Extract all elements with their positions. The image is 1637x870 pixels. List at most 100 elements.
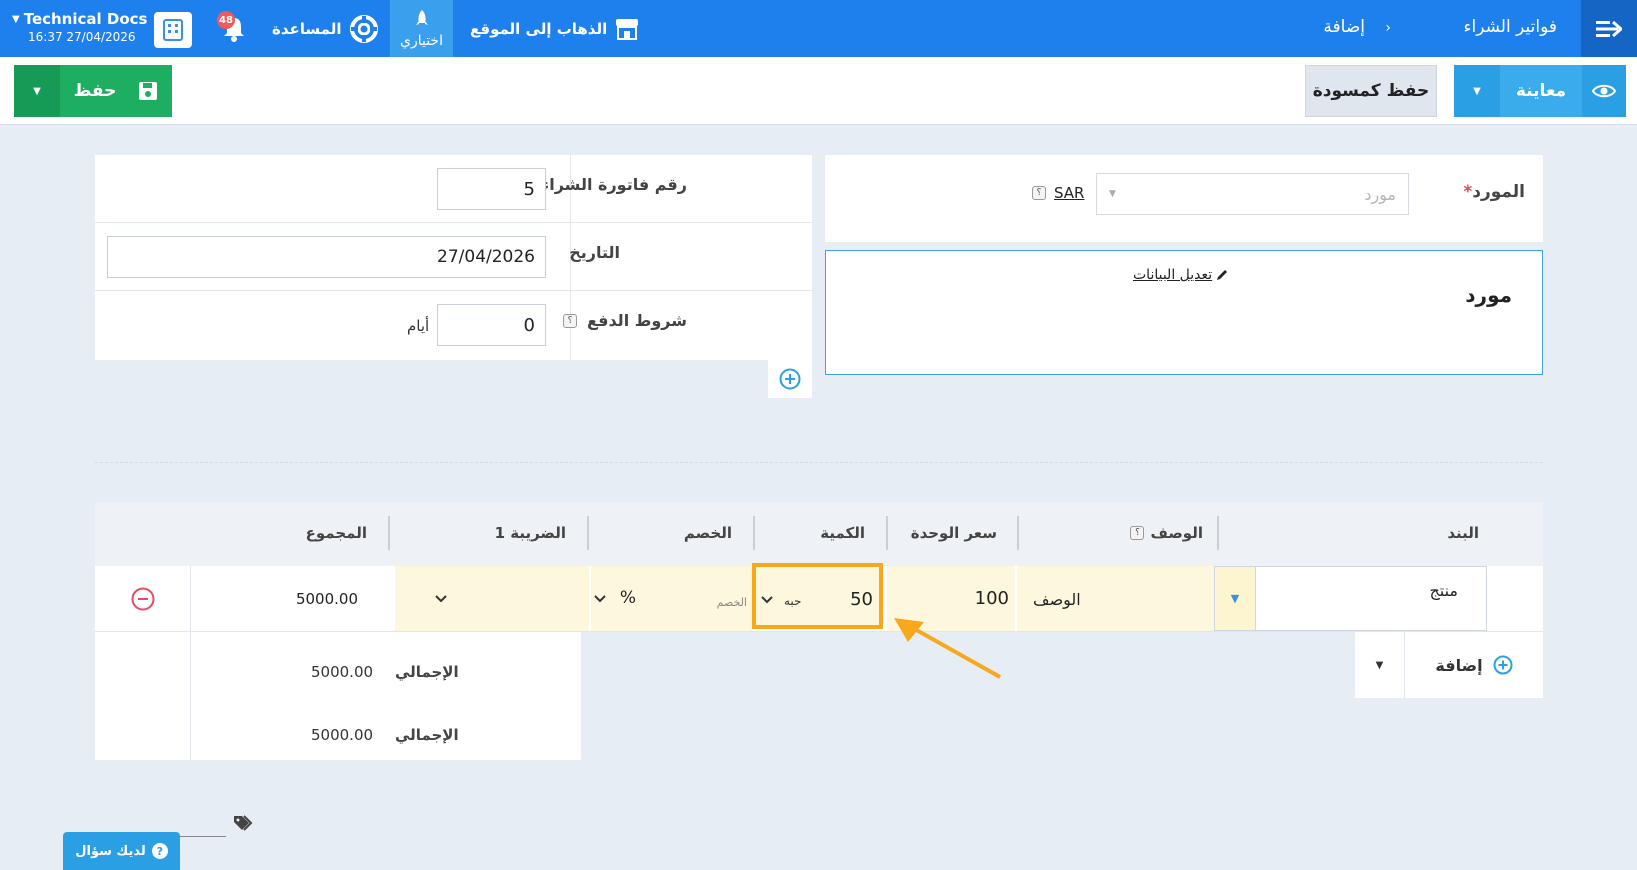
question-circle-icon: ? [151,843,168,859]
help-label: المساعدة [272,19,342,38]
payment-terms-label-group: ؟ شروط الدفع [563,311,687,330]
payment-terms-input[interactable]: 0 [437,304,546,346]
row-total-value: 5000.00 [295,590,358,608]
breadcrumb-chevron-icon: › [1385,20,1391,36]
eye-icon [1592,84,1616,98]
caret-down-icon: ▼ [33,85,41,97]
days-label: أيام [407,317,430,335]
grand-total-label: الإجمالي [395,726,459,744]
payment-terms-help-icon[interactable]: ؟ [563,313,578,328]
discount-placeholder: الخصم [716,596,747,609]
goto-site-label: الذهاب إلى الموقع [470,19,608,38]
tags-underline [180,836,226,837]
add-item-label: إضافة [1435,655,1483,675]
add-item-button[interactable]: إضافة [1405,632,1543,698]
chevron-down-icon [594,595,606,603]
quantity-field[interactable]: 50 حبه [752,563,883,629]
quantity-value: 50 [850,589,873,610]
header-divider [587,516,589,550]
edit-data-link[interactable]: تعديل البيانات [1133,267,1229,283]
tax1-select[interactable] [395,566,589,631]
caret-down-icon: ▼ [12,13,20,25]
payment-terms-row: ؟ شروط الدفع 0 أيام [95,291,812,360]
date-input[interactable]: 27/04/2026 [107,236,546,278]
breadcrumb-root[interactable]: فواتير الشراء [1464,17,1557,37]
remove-row-icon[interactable] [131,587,155,611]
unit-label[interactable]: حبه [784,594,801,608]
breadcrumb-purchase-invoices-link[interactable]: فواتير الشراء [1464,17,1557,37]
invoice-number-input[interactable]: 5 [437,168,546,210]
goto-site-link[interactable]: الذهاب إلى الموقع [470,0,639,57]
rocket-icon [415,9,428,25]
item-product-value: منتج [1429,581,1458,600]
add-item-options-dropdown[interactable]: ▼ [1355,632,1405,698]
discount-field[interactable]: الخصم [642,566,752,631]
supplier-placeholder: مورد [1364,184,1396,204]
menu-toggle-button[interactable] [1581,0,1637,57]
date-label: التاريخ [569,243,620,262]
invoice-meta-panel: رقم فاتورة الشراء 5 التاريخ 27/04/2026 ؟… [95,155,812,360]
col-unit-price-header: سعر الوحدة [910,524,997,542]
currency-help-icon[interactable]: ؟ [1032,186,1046,200]
description-help-icon[interactable]: ؟ [1130,526,1145,540]
edit-data-label: تعديل البيانات [1133,267,1213,283]
user-account-menu[interactable]: ▼ Technical Docs 16:37 27/04/2026 [12,10,147,44]
preview-options-dropdown[interactable]: ▼ [1454,65,1500,117]
section-divider [95,462,1543,463]
action-toolbar: ▼ حفظ حفظ كمسودة ▼ معاينة [0,57,1637,125]
supplier-panel: *المورد ▼ مورد ؟ SAR [825,155,1543,242]
header-divider [886,516,888,550]
header-divider [1217,516,1219,550]
floppy-disk-icon [139,82,158,100]
pencil-icon [1217,270,1228,280]
header-divider [388,516,390,550]
lifebuoy-icon [349,14,378,43]
my-choice-label: اختياري [400,32,443,49]
currency-selector[interactable]: ؟ SAR [1032,184,1084,202]
save-options-dropdown[interactable]: ▼ [14,65,60,117]
plus-circle-icon [1493,655,1513,675]
save-draft-button[interactable]: حفظ كمسودة [1305,65,1437,117]
annotation-arrow [894,618,1001,679]
col-description-label: الوصف [1150,524,1203,542]
item-product-dropdown[interactable]: ▼ [1214,566,1256,631]
table-row: منتج ▼ الوصف 100 50 حبه الخصم % 5000.00 [95,563,1543,632]
date-row: التاريخ 27/04/2026 [95,223,812,291]
save-button-group: ▼ حفظ [14,65,172,117]
col-total-header: المجموع [305,524,367,542]
my-choice-button[interactable]: اختياري [390,0,453,57]
item-product-field[interactable]: منتج [1255,566,1487,631]
preview-eye-button[interactable] [1582,65,1626,117]
payment-terms-label: شروط الدفع [587,311,687,330]
save-button[interactable]: حفظ [60,65,172,117]
unit-price-value: 100 [974,588,1009,609]
subtotal-value: 5000.00 [311,663,374,681]
tags-icon[interactable] [233,815,253,833]
subtotal-label: الإجمالي [395,663,459,681]
ask-question-widget[interactable]: لديك سؤال ? [63,832,180,870]
header-divider [753,516,755,550]
grand-total-value: 5000.00 [311,726,374,744]
add-field-button[interactable] [768,360,812,398]
top-navigation-bar: فواتير الشراء › إضافة الذهاب إلى الموقع … [0,0,1637,57]
caret-down-icon: ▼ [1230,592,1240,605]
preview-label: معاينة [1515,81,1567,101]
currency-link[interactable]: SAR [1054,184,1084,202]
preview-button-group: ▼ معاينة [1454,65,1626,117]
notifications-badge: 48 [217,11,235,29]
help-menu-link[interactable]: المساعدة [272,0,378,57]
description-field[interactable]: الوصف [1017,566,1214,631]
preview-button[interactable]: معاينة [1500,65,1582,117]
chevron-down-icon: ▼ [1109,189,1116,199]
supplier-select[interactable]: ▼ مورد [1096,173,1409,215]
caret-down-icon: ▼ [1375,659,1384,671]
discount-type-select[interactable]: % [591,566,642,631]
current-datetime: 16:37 27/04/2026 [28,30,136,44]
totals-panel: الإجمالي 5000.00 الإجمالي 5000.00 [95,632,581,760]
discount-type-value: % [619,588,636,608]
plus-circle-icon [779,368,801,390]
breadcrumb-current: إضافة [1323,17,1365,37]
company-logo[interactable] [154,12,192,48]
description-value: الوصف [1033,590,1081,609]
chevron-down-icon[interactable] [761,595,773,605]
